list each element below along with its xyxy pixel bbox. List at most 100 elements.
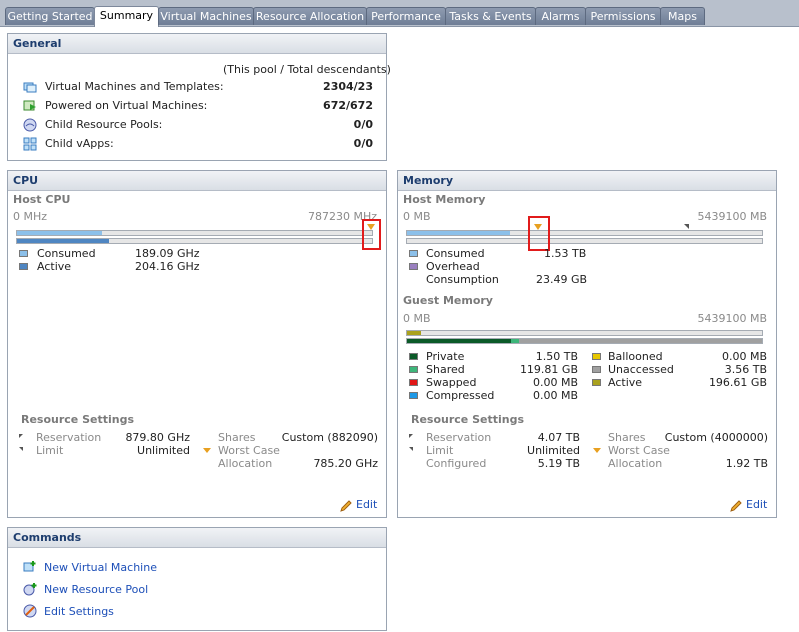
worst-case-label: Worst Case: [218, 444, 280, 457]
limit-value: Unlimited: [137, 444, 190, 457]
configured-value: 5.19 TB: [537, 457, 580, 470]
shares-value: Custom (882090): [281, 431, 378, 444]
mem-min-label: 0 MB: [403, 210, 431, 223]
shares-label: Shares: [608, 431, 646, 444]
reservation-value: 4.07 TB: [537, 431, 580, 444]
legend-value: 1.53 TB: [544, 247, 587, 260]
reservation-label: Reservation: [36, 431, 102, 444]
legend-label: Overhead: [426, 260, 480, 273]
legend-value: 0.00 MB: [532, 389, 578, 402]
general-row-label: Child vApps:: [45, 137, 114, 150]
legend-swatch: [592, 379, 601, 386]
guest-bottom-bar: [406, 338, 763, 344]
allocation-label: Allocation: [218, 457, 273, 470]
new-virtual-machine-link[interactable]: New Virtual Machine: [44, 561, 157, 574]
general-row-value: 672/672: [323, 99, 373, 112]
pencil-icon: [340, 500, 352, 512]
general-row-label: Child Resource Pools:: [45, 118, 163, 131]
legend-swatch: [409, 250, 418, 257]
reservation-icon: [409, 434, 413, 438]
guest-min-label: 0 MB: [403, 312, 431, 325]
tab-alarms[interactable]: Alarms: [535, 7, 586, 25]
edit-settings-icon: [23, 604, 37, 618]
cpu-highlight-box: [362, 219, 381, 250]
mem-overhead-bar: [406, 238, 763, 244]
guest-private-fill: [407, 339, 511, 343]
tab-getting-started[interactable]: Getting Started: [5, 7, 95, 25]
guest-max-label: 5439100 MB: [697, 312, 767, 325]
vm-templates-icon: [23, 80, 37, 94]
tab-performance[interactable]: Performance: [366, 7, 446, 25]
host-cpu-title: Host CPU: [13, 193, 71, 206]
general-row-label: Powered on Virtual Machines:: [45, 99, 208, 112]
general-row-value: 0/0: [353, 118, 373, 131]
tab-tasks-events[interactable]: Tasks & Events: [445, 7, 536, 25]
worst-case-label: Worst Case: [608, 444, 670, 457]
legend-value: 0.00 MB: [532, 376, 578, 389]
tab-permissions[interactable]: Permissions: [585, 7, 661, 25]
legend-label: Swapped: [426, 376, 477, 389]
mem-max-label: 5439100 MB: [697, 210, 767, 223]
tab-maps[interactable]: Maps: [660, 7, 705, 25]
mem-consumed-bar: [406, 230, 763, 236]
legend-swatch: [409, 379, 418, 386]
shares-label: Shares: [218, 431, 256, 444]
limit-label: Limit: [36, 444, 64, 457]
cpu-panel: CPU Host CPU 0 MHz 787230 MHz Consumed 1…: [7, 170, 387, 518]
cpu-resource-settings-title: Resource Settings: [21, 413, 135, 426]
reservation-value: 879.80 GHz: [125, 431, 190, 444]
legend-swatch: [409, 353, 418, 360]
cpu-edit-link[interactable]: Edit: [356, 498, 377, 511]
legend-label: Consumed: [426, 247, 485, 260]
cpu-min-label: 0 MHz: [13, 210, 48, 223]
legend-label: Ballooned: [608, 350, 663, 363]
legend-value: 23.49 GB: [536, 273, 588, 286]
general-note: (This pool / Total descendants): [223, 63, 391, 76]
legend-label: Active: [37, 260, 72, 273]
legend-swatch: [592, 353, 601, 360]
worst-case-value: 785.20 GHz: [313, 457, 378, 470]
general-header: General: [8, 34, 386, 54]
tab-virtual-machines[interactable]: Virtual Machines: [158, 7, 254, 25]
cpu-consumed-bar: [16, 230, 373, 236]
worst-case-icon: [593, 448, 601, 453]
configured-label: Configured: [426, 457, 487, 470]
edit-settings-link[interactable]: Edit Settings: [44, 605, 114, 618]
new-resource-pool-link[interactable]: New Resource Pool: [44, 583, 148, 596]
legend-swatch: [409, 366, 418, 373]
legend-value: 189.09 GHz: [135, 247, 200, 260]
mem-limit-marker-icon: [684, 224, 689, 229]
resource-pool-icon: [23, 118, 37, 132]
commands-header: Commands: [8, 528, 386, 548]
memory-header: Memory: [398, 171, 776, 191]
tab-resource-allocation[interactable]: Resource Allocation: [253, 7, 367, 25]
reservation-label: Reservation: [426, 431, 492, 444]
limit-icon: [19, 447, 23, 451]
mem-highlight-box: [528, 216, 550, 251]
new-vm-icon: [23, 560, 37, 574]
mem-consumed-fill: [407, 231, 510, 235]
legend-value: 196.61 GB: [708, 376, 767, 389]
legend-value: 204.16 GHz: [135, 260, 200, 273]
legend-label: Consumption: [426, 273, 499, 286]
reservation-icon: [19, 434, 23, 438]
vapp-icon: [23, 137, 37, 151]
legend-label: Active: [608, 376, 643, 389]
legend-swatch: [19, 250, 28, 257]
mem-resource-settings-title: Resource Settings: [411, 413, 525, 426]
legend-value: 1.50 TB: [535, 350, 578, 363]
cpu-header: CPU: [8, 171, 386, 191]
pencil-icon: [730, 500, 742, 512]
guest-shared-fill: [511, 339, 519, 343]
tab-summary[interactable]: Summary: [94, 6, 159, 27]
powered-on-vm-icon: [23, 99, 37, 113]
limit-value: Unlimited: [527, 444, 580, 457]
legend-value: 3.56 TB: [724, 363, 767, 376]
cpu-active-bar: [16, 238, 373, 244]
legend-label: Private: [426, 350, 465, 363]
new-resource-pool-icon: [23, 582, 37, 596]
legend-swatch: [592, 366, 601, 373]
general-row-value: 2304/23: [323, 80, 373, 93]
memory-edit-link[interactable]: Edit: [746, 498, 767, 511]
worst-case-icon: [203, 448, 211, 453]
